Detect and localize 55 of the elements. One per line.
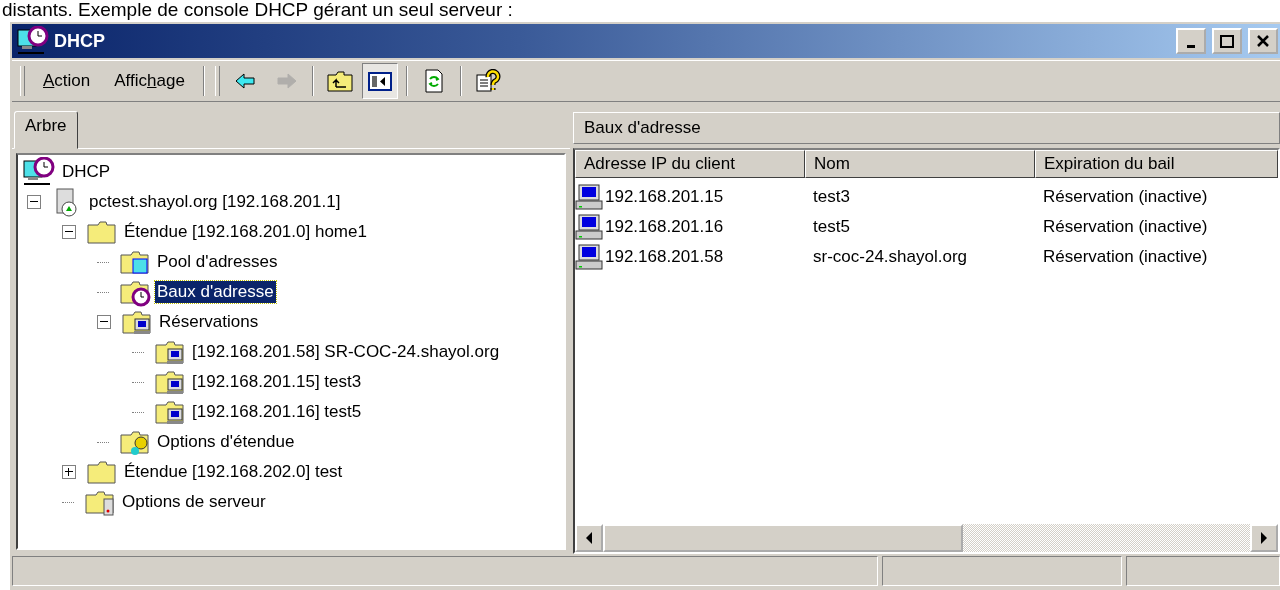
tree-item[interactable]: DHCP [60, 161, 113, 183]
column-header[interactable]: Adresse IP du client [575, 150, 805, 178]
scroll-left-button[interactable] [575, 524, 603, 552]
scroll-thumb[interactable] [603, 524, 963, 552]
table-cell-text: test3 [812, 187, 851, 207]
show-tree-button[interactable] [361, 63, 398, 99]
maximize-icon [1220, 34, 1234, 48]
tree-item[interactable]: Étendue [192.168.202.0] test [122, 461, 345, 483]
collapse-icon[interactable] [62, 225, 76, 239]
tree-item[interactable]: Réservations [157, 311, 261, 333]
tree-item[interactable]: pctest.shayol.org [192.168.201.1] [87, 191, 343, 213]
computer-icon [575, 183, 605, 211]
menu-item[interactable]: Affichage [102, 67, 197, 95]
tree-item[interactable]: Étendue [192.168.201.0] home1 [122, 221, 369, 243]
tree-item[interactable]: Options d'étendue [155, 431, 297, 453]
column-header[interactable]: Nom [805, 150, 1035, 178]
tree-item[interactable]: [192.168.201.15] test3 [190, 371, 364, 393]
table-cell-text: Réservation (inactive) [1042, 247, 1209, 267]
collapse-icon[interactable] [97, 315, 111, 329]
tree-item[interactable]: [192.168.201.58] SR-COC-24.shayol.org [190, 341, 502, 363]
window-title: DHCP [54, 30, 106, 52]
table-cell: 192.168.201.16 [605, 217, 724, 237]
network-clock-icon [16, 26, 50, 56]
expand-icon[interactable] [62, 465, 76, 479]
table-cell-text: Réservation (inactive) [1042, 217, 1209, 237]
minimize-icon [1187, 44, 1195, 48]
help-icon [474, 69, 501, 93]
collapse-icon[interactable] [27, 195, 41, 209]
menu-item[interactable]: Action [31, 67, 103, 95]
table-cell-text: Réservation (inactive) [1042, 187, 1209, 207]
tree-item[interactable]: [192.168.201.16] test5 [190, 401, 364, 423]
network-clock-icon [22, 157, 56, 187]
table-cell: 192.168.201.15 [605, 187, 724, 207]
column-header[interactable]: Expiration du bail [1035, 150, 1278, 178]
tree-item[interactable]: Baux d'adresse [155, 281, 276, 303]
left-arrow-icon [585, 532, 593, 544]
table-cell-text: test5 [812, 217, 851, 237]
computer-icon [575, 243, 605, 271]
scroll-right-button[interactable] [1250, 524, 1278, 552]
tree-item[interactable]: Pool d'adresses [155, 251, 280, 273]
horizontal-scrollbar[interactable] [575, 524, 1278, 552]
table-cell-text: sr-coc-24.shayol.org [812, 247, 968, 267]
tab[interactable]: Arbre [14, 111, 78, 149]
panes-icon [366, 69, 393, 93]
close-button[interactable] [1248, 28, 1278, 54]
right-arrow-icon [1260, 532, 1268, 544]
minimize-button[interactable] [1176, 28, 1206, 54]
pane-title: Baux d'adresse [573, 112, 1280, 144]
folder-up-icon [326, 69, 353, 93]
close-icon [1257, 35, 1269, 47]
computer-icon [575, 213, 605, 241]
caption-text: distants. Exemple de console DHCP gérant un seul serveur : [1, 0, 513, 20]
table-cell: 192.168.201.58 [605, 247, 724, 267]
maximize-button[interactable] [1212, 28, 1242, 54]
tree-item[interactable]: Options de serveur [120, 491, 268, 513]
